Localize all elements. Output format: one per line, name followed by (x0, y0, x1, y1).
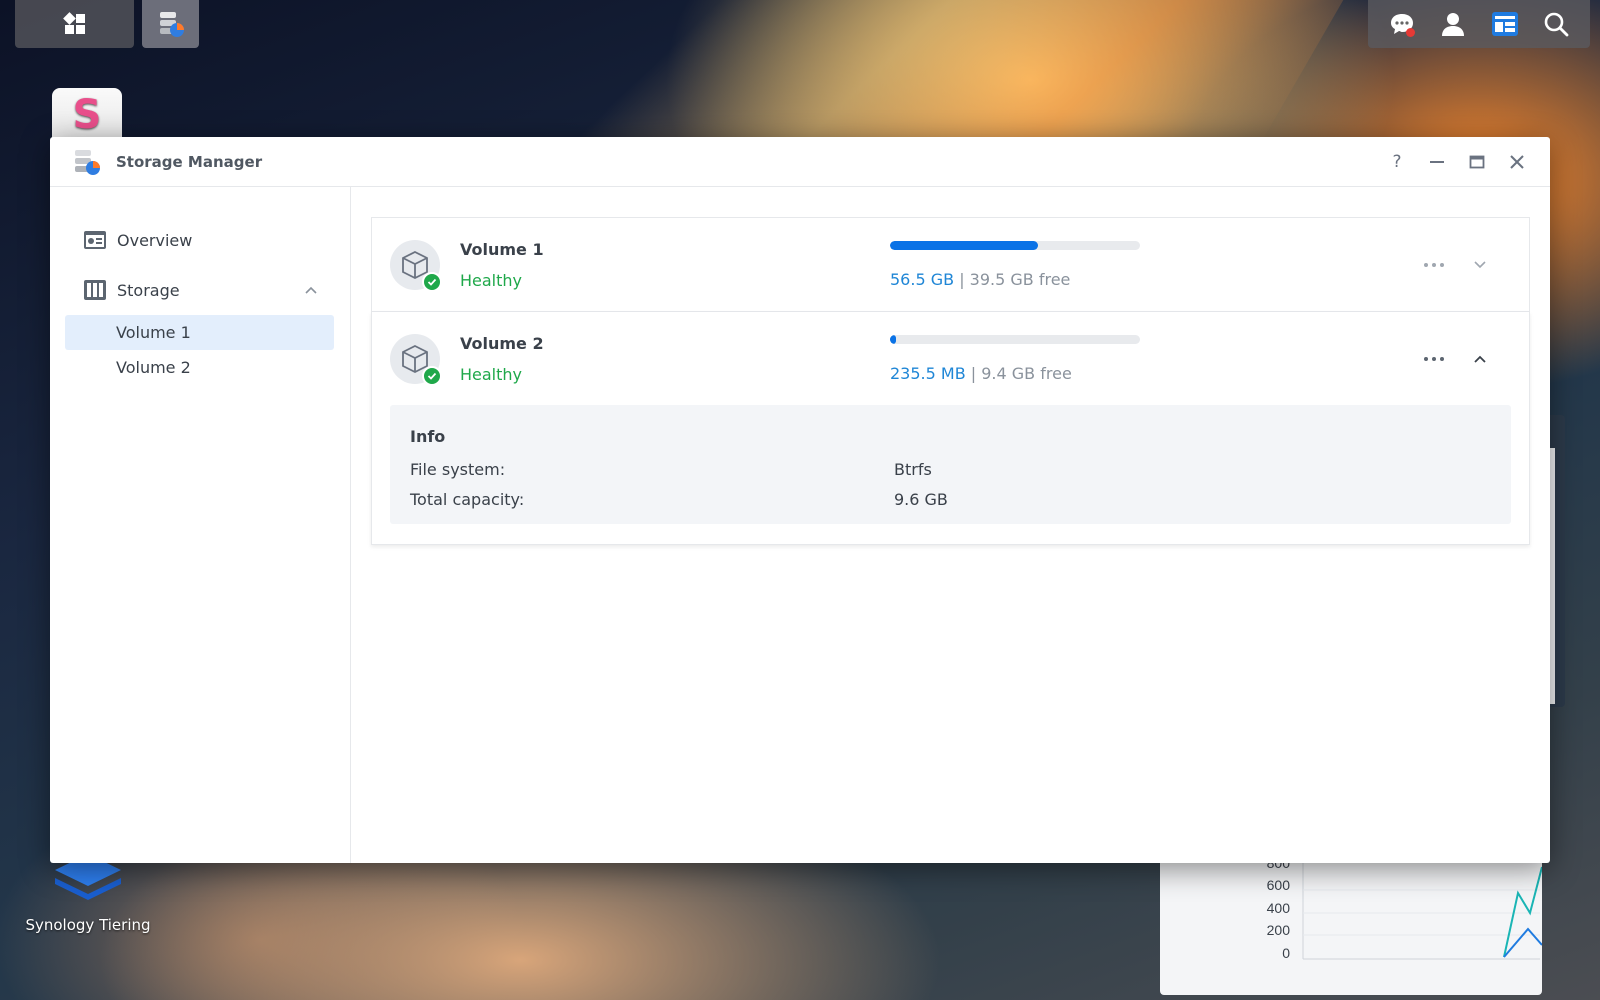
usage-text: 56.5 GB | 39.5 GB free (890, 270, 1330, 289)
free-size: 39.5 GB free (969, 269, 1071, 289)
more-actions-button[interactable] (1423, 348, 1445, 370)
usage-fill (890, 240, 1038, 250)
close-button[interactable] (1506, 151, 1528, 173)
more-actions-button[interactable] (1423, 254, 1445, 276)
info-row: File system: Btrfs (410, 454, 1491, 484)
window-title: Storage Manager (116, 152, 263, 171)
storage-manager-window: Storage Manager ? Overview Storage Volum… (50, 137, 1550, 863)
storage-icon (84, 280, 106, 300)
info-value: Btrfs (894, 459, 932, 479)
search-button[interactable] (1542, 10, 1570, 38)
storage-manager-icon (75, 149, 100, 175)
info-value: 9.6 GB (894, 489, 948, 509)
usage-fill (890, 334, 896, 344)
volume-name: Volume 2 (460, 333, 544, 353)
search-icon (1544, 12, 1569, 37)
volume-card-1[interactable]: Volume 1 Healthy 56.5 GB | 39.5 GB free (371, 217, 1530, 312)
more-icon (1424, 356, 1444, 361)
info-key: Total capacity: (410, 489, 525, 509)
wallpaper-highlight (556, 0, 1344, 150)
user-button[interactable] (1439, 10, 1467, 38)
grid-icon (62, 12, 85, 34)
maximize-button[interactable] (1466, 151, 1488, 173)
widget-chart: 800 600 400 200 0 (1267, 855, 1543, 961)
chevron-up-icon[interactable] (304, 283, 318, 297)
widgets-icon (1491, 12, 1518, 36)
healthy-check-icon (422, 365, 442, 386)
collapse-button[interactable] (1469, 348, 1491, 370)
system-tray (1368, 0, 1590, 48)
minimize-button[interactable] (1426, 151, 1448, 173)
healthy-check-icon (422, 271, 442, 292)
notification-dot (1405, 28, 1415, 37)
overview-icon (84, 231, 106, 249)
close-icon (1510, 154, 1524, 169)
volume-avatar (390, 239, 442, 292)
sidebar-item-overview[interactable]: Overview (50, 215, 350, 265)
minimize-icon (1430, 160, 1444, 163)
volume-row[interactable]: Volume 1 Healthy 56.5 GB | 39.5 GB free (372, 218, 1529, 311)
main-menu-button[interactable] (15, 0, 134, 48)
used-size: 56.5 GB (890, 269, 955, 289)
volume-name: Volume 1 (460, 239, 544, 259)
usage-bar (890, 334, 1140, 344)
volume-list: Volume 1 Healthy 56.5 GB | 39.5 GB free (351, 187, 1550, 863)
resource-monitor-widget: 800 600 400 200 0 (1160, 855, 1543, 995)
window-titlebar[interactable]: Storage Manager ? (50, 137, 1550, 187)
storage-manager-icon (159, 12, 184, 37)
widget-tick: 600 (1267, 877, 1291, 893)
volume-avatar (390, 333, 442, 386)
widgets-button[interactable] (1491, 10, 1519, 38)
volume-card-2[interactable]: Volume 2 Healthy 235.5 MB | 9.4 GB free (371, 312, 1530, 545)
taskbar-storage-manager[interactable] (142, 0, 199, 48)
maximize-icon (1469, 155, 1485, 168)
desktop-label: Synology Tiering (25, 916, 151, 934)
volume-status: Healthy (460, 364, 523, 384)
help-icon: ? (1392, 151, 1402, 172)
sidebar-item-storage[interactable]: Storage (50, 265, 350, 315)
usage-bar (890, 240, 1140, 250)
sidebar-item-volume-2[interactable]: Volume 2 (65, 350, 334, 385)
taskbar-left (15, 0, 199, 48)
user-icon (1442, 13, 1465, 36)
sidebar-item-label: Overview (117, 230, 193, 250)
free-size: 9.4 GB free (981, 363, 1072, 383)
info-row: Total capacity: 9.6 GB (410, 484, 1491, 514)
sidebar-item-label: Storage (117, 280, 180, 300)
desktop-app-icon[interactable]: S (52, 88, 122, 138)
chevron-up-icon (1474, 355, 1486, 363)
window-controls: ? (1386, 151, 1528, 173)
info-key: File system: (410, 459, 506, 479)
widget-tick: 0 (1282, 945, 1290, 961)
volume-status: Healthy (460, 270, 523, 290)
widget-tick: 200 (1267, 922, 1291, 938)
sidebar-item-volume-1[interactable]: Volume 1 (65, 315, 334, 350)
expand-button[interactable] (1469, 254, 1491, 276)
help-button[interactable]: ? (1386, 151, 1408, 173)
usage-text: 235.5 MB | 9.4 GB free (890, 364, 1330, 383)
sidebar: Overview Storage Volume 1 Volume 2 (50, 187, 351, 863)
volume-row[interactable]: Volume 2 Healthy 235.5 MB | 9.4 GB free (372, 312, 1529, 405)
info-title: Info (410, 427, 446, 446)
more-icon (1424, 262, 1444, 267)
widget-tick: 400 (1267, 900, 1291, 916)
chevron-down-icon (1474, 260, 1486, 268)
used-size: 235.5 MB (890, 363, 966, 383)
volume-info-panel: Info File system: Btrfs Total capacity: … (390, 405, 1511, 524)
usage-separator: | (959, 269, 965, 289)
usage-separator: | (970, 363, 977, 383)
widget-series-line (1503, 866, 1543, 958)
chat-button[interactable] (1388, 10, 1416, 38)
